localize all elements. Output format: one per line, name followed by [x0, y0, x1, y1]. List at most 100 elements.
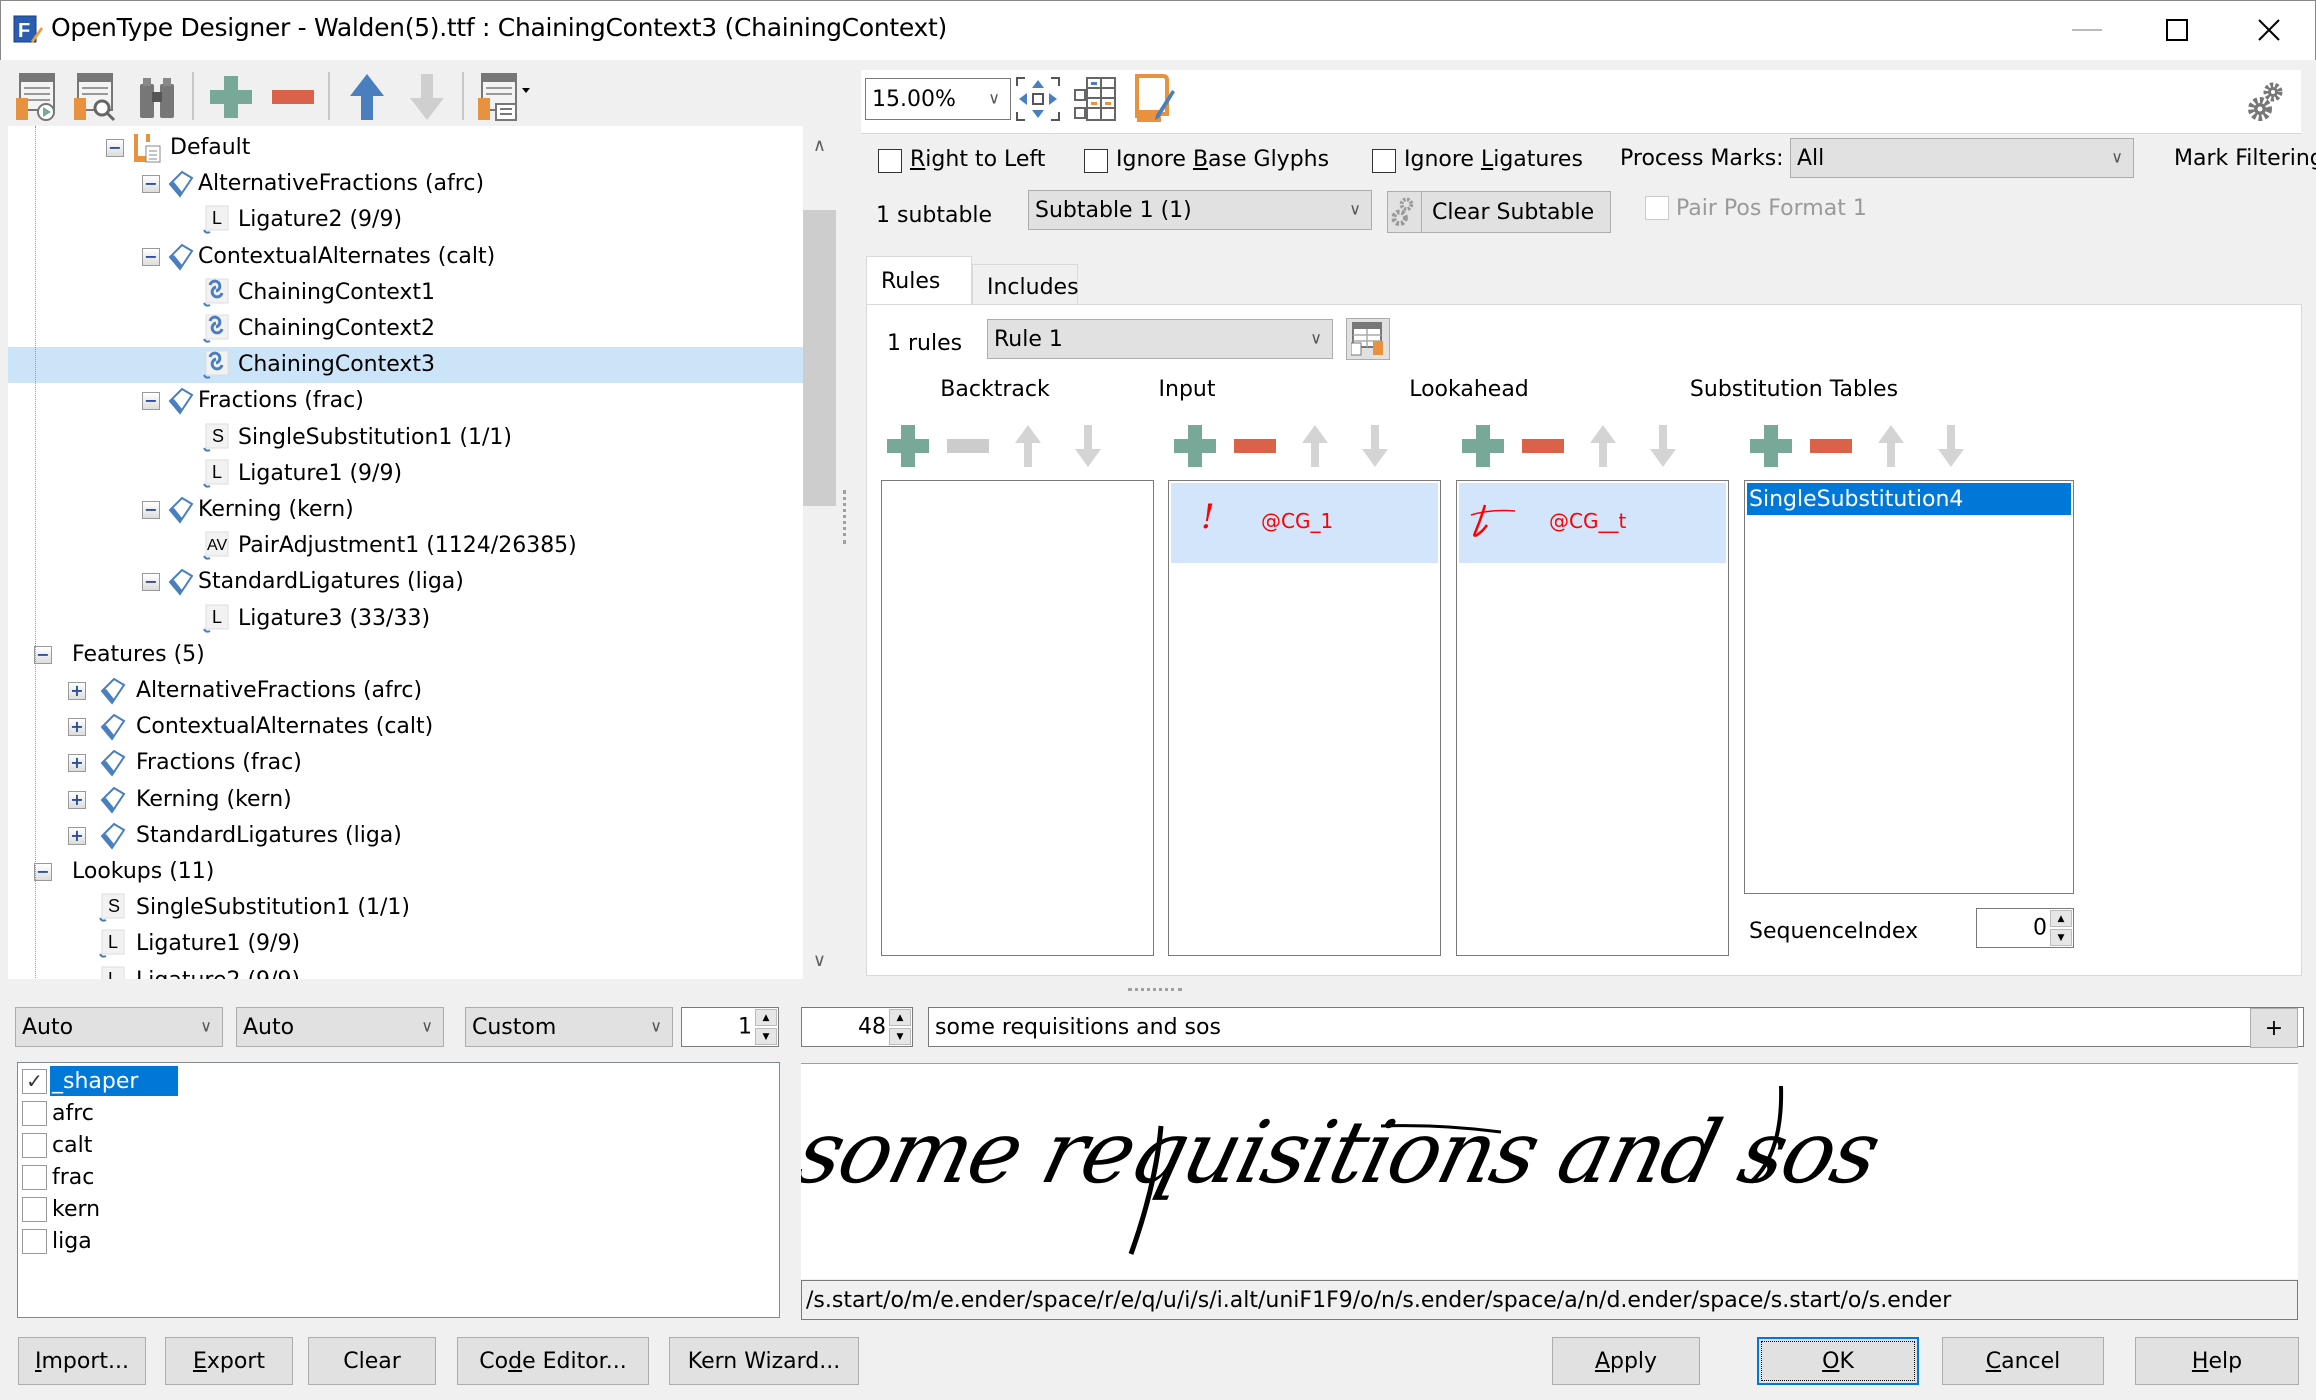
tree-item[interactable]: + Fractions (frac) — [8, 745, 803, 781]
scroll-down-arrow[interactable]: ∨ — [803, 945, 836, 975]
sequence-index-stepper[interactable]: 0 ▲ ▼ — [1976, 908, 2074, 948]
expand-icon[interactable]: + — [68, 790, 86, 809]
move-up-button[interactable] — [342, 72, 392, 122]
tree-item[interactable]: ChainingContext2 — [8, 311, 803, 347]
count-stepper[interactable]: 1 ▲ ▼ — [681, 1007, 779, 1047]
tree-scrollbar[interactable]: ∧ ∨ — [803, 126, 836, 979]
clear-button[interactable]: Clear — [308, 1337, 436, 1385]
rule-combo[interactable]: Rule 1 ∨ — [987, 319, 1333, 359]
collapse-icon[interactable]: − — [34, 645, 52, 664]
lookup-tree[interactable]: − Default − AlternativeFractions (afrc) L Lig… — [8, 126, 803, 979]
stepper-down-icon[interactable]: ▼ — [755, 1028, 777, 1045]
input-remove-button[interactable] — [1232, 423, 1278, 469]
checkbox[interactable] — [22, 1228, 47, 1254]
stepper-up-icon[interactable]: ▲ — [889, 1009, 911, 1026]
table-grid-icon[interactable] — [1073, 76, 1119, 122]
checkbox[interactable] — [22, 1164, 47, 1190]
stepper-down-icon[interactable]: ▼ — [889, 1028, 911, 1045]
collapse-icon[interactable]: − — [142, 175, 160, 194]
minimize-button[interactable] — [2041, 1, 2133, 59]
tree-item[interactable]: + Kerning (kern) — [8, 782, 803, 818]
import-button[interactable]: Import... — [18, 1337, 146, 1385]
vertical-splitter[interactable] — [843, 490, 849, 544]
lookahead-list[interactable]: @CG__t — [1456, 480, 1729, 956]
tree-item[interactable]: − Default — [8, 130, 803, 166]
horizontal-splitter[interactable] — [1128, 988, 1182, 993]
ok-button[interactable]: OK — [1757, 1337, 1919, 1385]
language-combo[interactable]: Auto ∨ — [236, 1007, 444, 1047]
checkbox[interactable] — [22, 1196, 47, 1222]
input-move-up-button[interactable] — [1292, 423, 1338, 469]
feature-list-item[interactable]: calt — [22, 1129, 96, 1161]
lookahead-move-down-button[interactable] — [1640, 423, 1686, 469]
help-button[interactable]: Help — [2135, 1337, 2299, 1385]
add-button[interactable] — [206, 72, 256, 122]
lookahead-list-item[interactable]: @CG__t — [1459, 483, 1726, 563]
tree-item[interactable]: − Fractions (frac) — [8, 383, 803, 419]
tree-item[interactable]: L Ligature2 (9/9) — [8, 202, 803, 238]
cancel-button[interactable]: Cancel — [1942, 1337, 2104, 1385]
tree-item[interactable]: − Features (5) — [8, 637, 803, 673]
feature-list-item[interactable]: ✓ _shaper — [22, 1065, 179, 1097]
stepper-down-icon[interactable]: ▼ — [2050, 929, 2072, 946]
mode-combo[interactable]: Custom ∨ — [465, 1007, 673, 1047]
tree-item[interactable]: L Ligature1 (9/9) — [8, 926, 803, 962]
remove-button[interactable] — [268, 72, 318, 122]
lookahead-move-up-button[interactable] — [1580, 423, 1626, 469]
preview-text-combo[interactable]: some requisitions and sos ∨ — [928, 1007, 2304, 1047]
input-list-item[interactable]: ! @CG_1 — [1171, 483, 1438, 563]
tree-item[interactable]: − AlternativeFractions (afrc) — [8, 166, 803, 202]
lookahead-remove-button[interactable] — [1520, 423, 1566, 469]
lookahead-add-button[interactable] — [1460, 423, 1506, 469]
edit-glyph-icon[interactable] — [1133, 74, 1179, 124]
code-editor-button[interactable]: Co d e Editor... — [457, 1337, 649, 1385]
settings-gears-icon[interactable] — [2247, 80, 2287, 122]
substitution-tables-list[interactable]: SingleSubstitution4 — [1744, 480, 2074, 894]
expand-icon[interactable]: + — [68, 718, 86, 737]
scrollbar-thumb[interactable] — [803, 210, 836, 506]
tree-item[interactable]: + ContextualAlternates (calt) — [8, 709, 803, 745]
backtrack-remove-button[interactable] — [945, 423, 991, 469]
checked-checkbox[interactable]: ✓ — [22, 1068, 47, 1094]
tree-item[interactable]: S SingleSubstitution1 (1/1) — [8, 890, 803, 926]
glyph-string-field[interactable]: /s.start/o/m/e.ender/space/r/e/q/u/i/s/i… — [801, 1280, 2298, 1320]
stepper-up-icon[interactable]: ▲ — [2050, 910, 2072, 927]
tree-item[interactable]: L Ligature1 (9/9) — [8, 456, 803, 492]
collapse-icon[interactable]: − — [142, 392, 160, 411]
tree-item[interactable]: ChainingContext1 — [8, 275, 803, 311]
substitution-remove-button[interactable] — [1808, 423, 1854, 469]
collapse-icon[interactable]: − — [106, 139, 124, 157]
tree-item[interactable]: S SingleSubstitution1 (1/1) — [8, 420, 803, 456]
kern-wizard-button[interactable]: Kern Wizard... — [669, 1337, 859, 1385]
feature-list-item[interactable]: frac — [22, 1161, 98, 1193]
apply-button[interactable]: Apply — [1552, 1337, 1700, 1385]
checkbox[interactable] — [22, 1100, 47, 1126]
backtrack-move-up-button[interactable] — [1005, 423, 1051, 469]
collapse-icon[interactable]: − — [142, 247, 160, 266]
input-list[interactable]: ! @CG_1 — [1168, 480, 1441, 956]
backtrack-move-down-button[interactable] — [1065, 423, 1111, 469]
tree-item[interactable]: L Ligature2 (9/9) — [8, 963, 803, 979]
clear-subtable-button[interactable]: Clear Subtable — [1387, 191, 1611, 233]
tree-item[interactable]: − Kerning (kern) — [8, 492, 803, 528]
tab-rules[interactable]: Rules — [866, 256, 972, 306]
feature-list-item[interactable]: liga — [22, 1225, 96, 1257]
apply-lookup-button[interactable] — [14, 72, 64, 122]
tree-item[interactable]: + StandardLigatures (liga) — [8, 818, 803, 854]
move-down-button[interactable] — [402, 72, 452, 122]
tree-item[interactable]: ChainingContext3 — [8, 347, 803, 384]
process-marks-combo[interactable]: All ∨ — [1790, 138, 2134, 178]
close-button[interactable] — [2223, 1, 2315, 59]
collapse-icon[interactable]: − — [142, 573, 160, 592]
ignore-base-glyphs-checkbox[interactable] — [1084, 149, 1108, 173]
add-preview-text-button[interactable]: + — [2250, 1008, 2298, 1048]
checkbox[interactable] — [22, 1132, 47, 1158]
find-button[interactable] — [132, 72, 182, 122]
substitution-list-item[interactable]: SingleSubstitution4 — [1747, 483, 2071, 515]
expand-icon[interactable]: + — [68, 754, 86, 773]
preview-lookup-button[interactable] — [72, 72, 122, 122]
font-size-stepper[interactable]: 48 ▲ ▼ — [801, 1007, 913, 1047]
zoom-combo[interactable]: 15.00% ∨ — [865, 78, 1011, 120]
substitution-move-down-button[interactable] — [1928, 423, 1974, 469]
pair-pos-format-checkbox[interactable] — [1645, 196, 1669, 220]
